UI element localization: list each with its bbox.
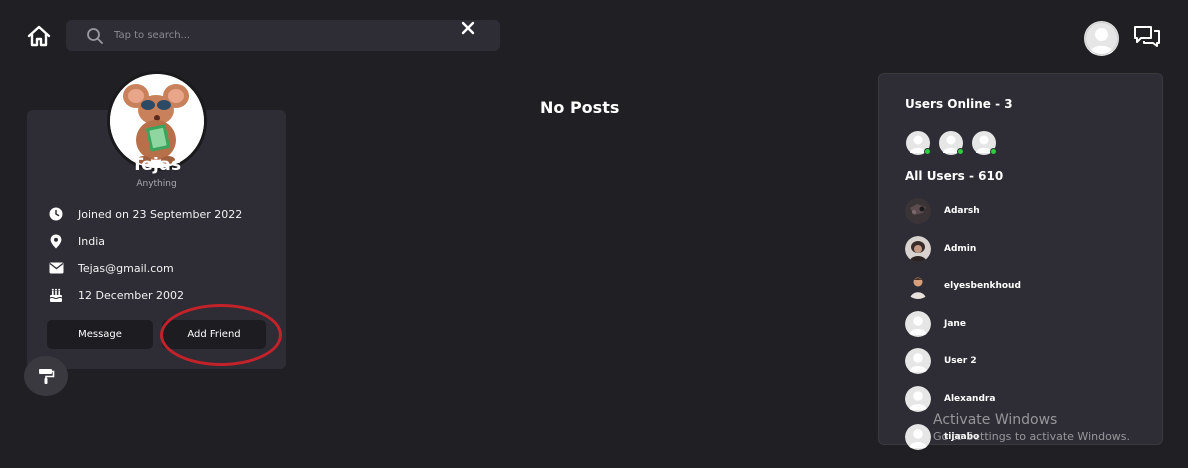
- no-posts-message: No Posts: [540, 98, 620, 117]
- user-avatar: [905, 198, 931, 224]
- online-status-dot: [924, 148, 931, 155]
- user-name: Jane: [944, 319, 966, 329]
- location-row: India: [48, 233, 105, 249]
- message-button[interactable]: Message: [47, 320, 153, 349]
- online-status-dot: [990, 148, 997, 155]
- user-avatar: [905, 273, 931, 299]
- location-text: India: [78, 234, 105, 248]
- user-name: Admin: [944, 244, 977, 254]
- profile-name: Tejas: [131, 155, 182, 175]
- user-name: elyesbenkhoud: [944, 281, 1021, 291]
- user-avatar: [905, 348, 931, 374]
- watermark-subtitle: Go to Settings to activate Windows.: [933, 430, 1131, 443]
- email-text: Tejas@gmail.com: [78, 261, 174, 275]
- profile-bio: Anything: [136, 179, 177, 189]
- add-friend-button[interactable]: Add Friend: [162, 320, 266, 349]
- search-bar: [66, 20, 500, 51]
- joined-row: Joined on 23 September 2022: [48, 206, 242, 222]
- online-status-dot: [957, 148, 964, 155]
- birthday-text: 12 December 2002: [78, 288, 185, 302]
- birthday-row: 12 December 2002: [48, 287, 184, 303]
- windows-activation-watermark: Activate Windows Go to Settings to activ…: [933, 412, 1130, 443]
- user-list-item[interactable]: User 2: [905, 348, 977, 374]
- joined-date: Joined on 23 September 2022: [78, 207, 243, 221]
- user-avatar: [905, 424, 931, 450]
- user-list-item[interactable]: Jane: [905, 311, 966, 337]
- watermark-title: Activate Windows: [933, 412, 1058, 428]
- clock-icon: [48, 206, 64, 222]
- email-row: Tejas@gmail.com: [48, 260, 174, 276]
- paint-roller-icon[interactable]: [24, 356, 68, 396]
- user-avatar: [905, 386, 931, 412]
- user-name: Alexandra: [944, 394, 996, 404]
- user-list-item[interactable]: elyesbenkhoud: [905, 273, 1021, 299]
- user-avatar: [905, 311, 931, 337]
- chat-icon[interactable]: [1133, 24, 1161, 48]
- search-input[interactable]: [114, 20, 454, 51]
- online-user-avatar[interactable]: [906, 131, 931, 155]
- cake-icon: [48, 287, 64, 303]
- user-list-item[interactable]: Alexandra: [905, 386, 995, 412]
- online-user-avatar[interactable]: [972, 131, 997, 155]
- user-avatar[interactable]: [1084, 21, 1119, 56]
- user-list-item[interactable]: Adarsh: [905, 198, 980, 224]
- user-avatar: [905, 236, 931, 262]
- search-icon: [86, 27, 104, 45]
- mail-icon: [48, 260, 64, 276]
- online-user-avatar[interactable]: [939, 131, 964, 155]
- all-users-title: All Users - 610: [905, 169, 1004, 183]
- user-list-item[interactable]: Admin: [905, 236, 976, 262]
- user-name: Adarsh: [944, 206, 980, 216]
- close-icon[interactable]: [461, 20, 475, 35]
- location-pin-icon: [48, 233, 64, 249]
- users-online-title: Users Online - 3: [905, 97, 1013, 111]
- home-icon[interactable]: [26, 24, 52, 48]
- user-name: User 2: [944, 356, 977, 366]
